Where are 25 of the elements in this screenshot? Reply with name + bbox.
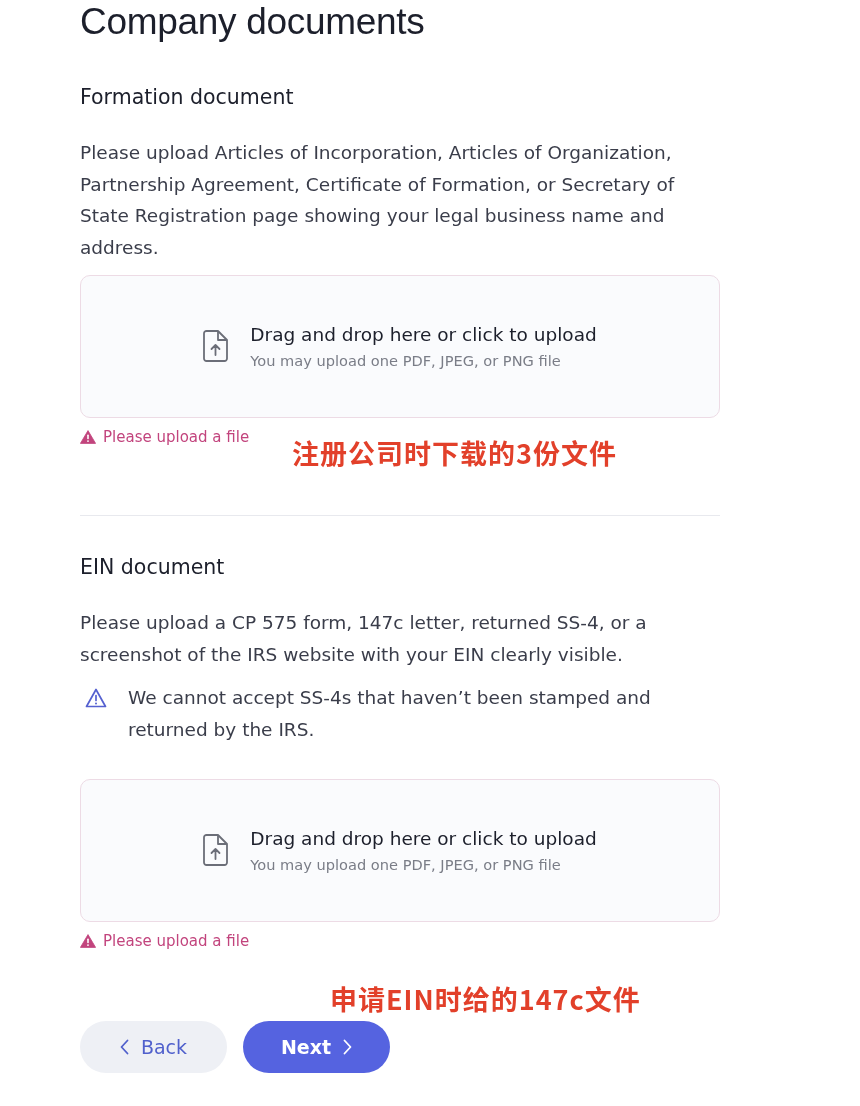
upload-dropzone[interactable]: Drag and drop here or click to upload You may upload one PDF, JPEG, or PNG file	[80, 275, 720, 418]
upload-prompt: Drag and drop here or click to upload	[250, 826, 597, 851]
upload-prompt: Drag and drop here or click to upload	[250, 322, 597, 347]
annotation-text: 注册公司时下载的3份文件	[292, 438, 618, 468]
file-upload-icon	[203, 329, 229, 362]
back-button[interactable]: Back	[80, 1021, 227, 1073]
page-title: Company documents	[80, 0, 426, 44]
file-upload-icon	[203, 833, 229, 866]
section-heading: EIN document	[80, 554, 226, 581]
upload-hint: You may upload one PDF, JPEG, or PNG file	[250, 350, 562, 371]
error-message: Please upload a file	[103, 427, 250, 447]
error-icon	[80, 934, 96, 948]
annotation-text: 申请EIN时给的147c文件	[330, 984, 641, 1014]
section-description: Please upload Articles of Incorporation, Articles of Organization, Partnership Agreement, Certificate of Formation, or Secretary of State Registration page showing your legal business name and address.	[80, 141, 676, 260]
section-description: Please upload a CP 575 form, 147c letter, returned SS-4, or a screenshot of the IRS website with your EIN clearly visible.	[80, 611, 648, 667]
warning-text: We cannot accept SS-4s that haven’t been stamped and returned by the IRS.	[128, 686, 652, 742]
warning-icon	[85, 688, 107, 708]
upload-dropzone[interactable]: Drag and drop here or click to upload You may upload one PDF, JPEG, or PNG file	[80, 779, 720, 922]
upload-hint: You may upload one PDF, JPEG, or PNG file	[250, 854, 562, 875]
section-heading: Formation document	[80, 84, 295, 111]
error-icon	[80, 430, 96, 444]
error-message: Please upload a file	[103, 931, 250, 951]
next-button[interactable]: Next	[243, 1021, 390, 1073]
chevron-right-icon	[343, 1039, 353, 1055]
chevron-left-icon	[119, 1039, 129, 1055]
